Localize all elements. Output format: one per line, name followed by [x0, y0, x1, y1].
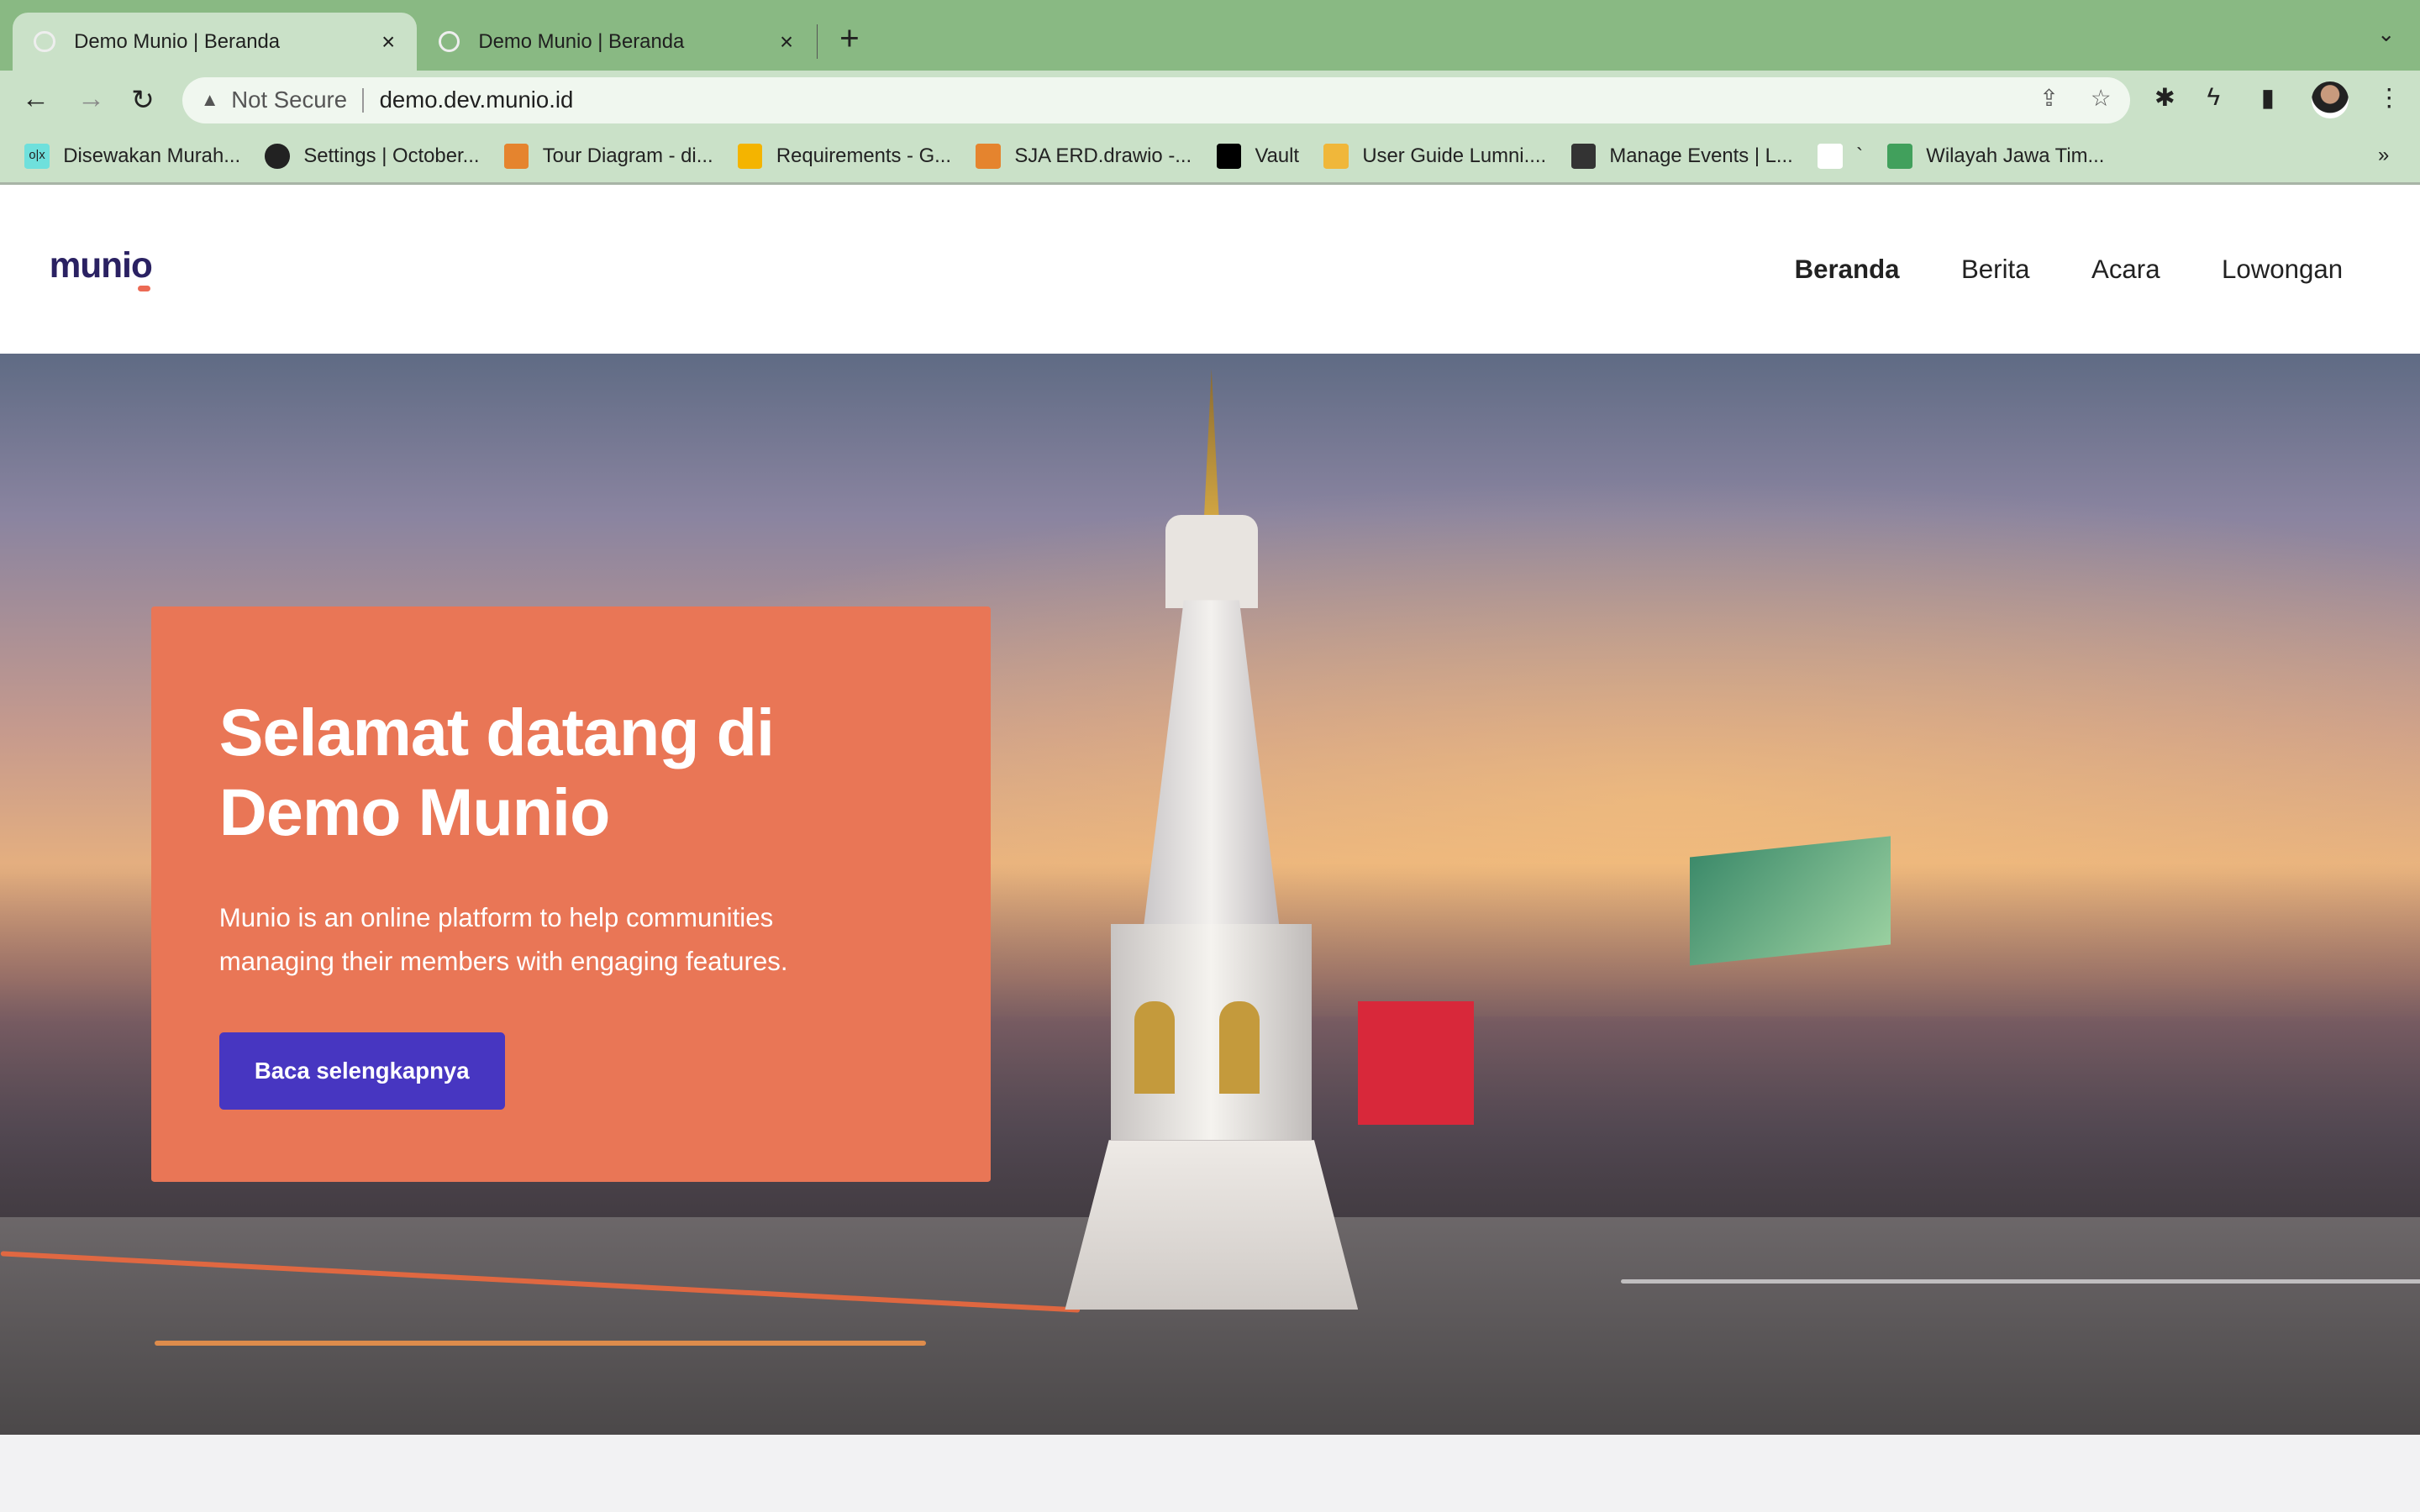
- bookmark-label: Settings | October...: [303, 144, 480, 167]
- light-trail: [154, 1341, 926, 1346]
- bookmark-label: User Guide Lumni....: [1362, 144, 1547, 167]
- bookmark-item[interactable]: Vault: [1216, 144, 1300, 169]
- extensions-puzzle-icon[interactable]: ✱: [2154, 83, 2175, 113]
- bookmark-label: Wilayah Jawa Tim...: [1926, 144, 2105, 167]
- tab-search-chevron-down-icon[interactable]: ⌄: [2377, 22, 2396, 47]
- bookmark-label: Requirements - G...: [776, 144, 952, 167]
- bookmarks-bar: o|x Disewakan Murah... Settings | October.…: [0, 129, 2420, 186]
- bookmark-label: `: [1856, 144, 1864, 167]
- next-section: [0, 1435, 2420, 1512]
- bookmark-item[interactable]: `: [1818, 144, 1864, 169]
- main-nav: Beranda Berita Acara Lowongan: [1795, 255, 2344, 285]
- more-bookmarks-icon[interactable]: »: [2378, 144, 2389, 167]
- google-slides-icon: [1323, 144, 1349, 169]
- tab-demo-munio[interactable]: Demo Munio | Beranda ×: [417, 13, 815, 71]
- share-icon[interactable]: ⇪: [2039, 85, 2059, 112]
- drawio-icon: [976, 144, 1001, 169]
- drawio-icon: [503, 144, 529, 169]
- more-menu-icon[interactable]: ⋮: [2377, 83, 2402, 113]
- google-drive-icon: [738, 144, 763, 169]
- bookmark-item[interactable]: Tour Diagram - di...: [503, 144, 713, 169]
- olx-icon: o|x: [24, 144, 50, 169]
- logo-text: munio: [49, 245, 153, 286]
- bookmark-label: SJA ERD.drawio -...: [1014, 144, 1192, 167]
- nav-berita[interactable]: Berita: [1961, 255, 2030, 285]
- bookmark-item[interactable]: SJA ERD.drawio -...: [976, 144, 1192, 169]
- flag-icon: [1818, 144, 1843, 169]
- divider: [362, 87, 365, 113]
- tugu-monument: [1065, 368, 1359, 1326]
- nav-lowongan[interactable]: Lowongan: [2222, 255, 2343, 285]
- nav-acara[interactable]: Acara: [2091, 255, 2160, 285]
- reload-icon[interactable]: ↻: [131, 83, 155, 117]
- new-tab-button[interactable]: +: [839, 18, 860, 58]
- tab-title: Demo Munio | Beranda: [478, 29, 685, 53]
- tab-demo-munio-active[interactable]: Demo Munio | Beranda ×: [12, 12, 417, 71]
- site-header: munio Beranda Berita Acara Lowongan: [0, 186, 2420, 354]
- close-tab-icon[interactable]: ×: [381, 29, 395, 55]
- bookmark-item[interactable]: User Guide Lumni....: [1323, 144, 1547, 169]
- address-bar[interactable]: ▲ Not Secure demo.dev.munio.id ⇪ ☆: [182, 76, 2130, 123]
- bulb-icon: [138, 286, 151, 292]
- site-favicon-icon: [34, 30, 56, 53]
- bookmark-item[interactable]: Settings | October...: [265, 144, 480, 169]
- forward-arrow-icon[interactable]: →: [77, 83, 105, 115]
- browser-tab-bar: Demo Munio | Beranda × Demo Munio | Bera…: [0, 0, 2420, 71]
- billboard: [1690, 836, 1891, 966]
- site-favicon-icon: [438, 30, 460, 53]
- warning-triangle-icon: ▲: [200, 89, 219, 111]
- bookmark-item[interactable]: Wilayah Jawa Tim...: [1887, 144, 2105, 169]
- bookmark-label: Tour Diagram - di...: [542, 144, 713, 167]
- vault-icon: [1216, 144, 1241, 169]
- hero-card: Selamat datang di Demo Munio Munio is an …: [150, 606, 992, 1182]
- tab-title: Demo Munio | Beranda: [74, 29, 281, 53]
- hero-description: Munio is an online platform to help comm…: [218, 903, 788, 976]
- nav-beranda[interactable]: Beranda: [1795, 255, 1900, 285]
- leaf-icon: [1570, 144, 1596, 169]
- google-sheets-icon: [1887, 144, 1912, 169]
- globe-icon: [265, 144, 290, 169]
- side-panel-icon[interactable]: ▮: [2261, 83, 2275, 113]
- bookmark-star-icon[interactable]: ☆: [2091, 85, 2112, 112]
- shop-sign: [1358, 1001, 1475, 1125]
- url-input[interactable]: demo.dev.munio.id: [380, 87, 574, 113]
- profile-avatar[interactable]: [2312, 81, 2349, 119]
- bookmark-item[interactable]: Manage Events | L...: [1570, 144, 1793, 169]
- back-arrow-icon[interactable]: ←: [22, 83, 50, 115]
- browser-toolbar: ← → ↻ ▲ Not Secure demo.dev.munio.id ⇪ ☆…: [0, 71, 2420, 130]
- hero-title: Selamat datang di Demo Munio: [218, 695, 775, 850]
- bookmark-label: Manage Events | L...: [1609, 144, 1793, 167]
- bookmark-item[interactable]: Requirements - G...: [738, 144, 952, 169]
- security-status[interactable]: Not Secure: [231, 87, 347, 113]
- close-tab-icon[interactable]: ×: [780, 29, 793, 55]
- light-trail: [1620, 1278, 2420, 1284]
- read-more-button[interactable]: Baca selengkapnya: [218, 1032, 505, 1110]
- tab-divider: [816, 24, 818, 59]
- lightning-extension-icon[interactable]: ϟ: [2207, 83, 2220, 112]
- bookmark-item[interactable]: o|x Disewakan Murah...: [24, 144, 241, 169]
- munio-logo[interactable]: munio: [49, 245, 153, 292]
- bookmark-label: Vault: [1255, 144, 1300, 167]
- bookmark-label: Disewakan Murah...: [63, 144, 241, 167]
